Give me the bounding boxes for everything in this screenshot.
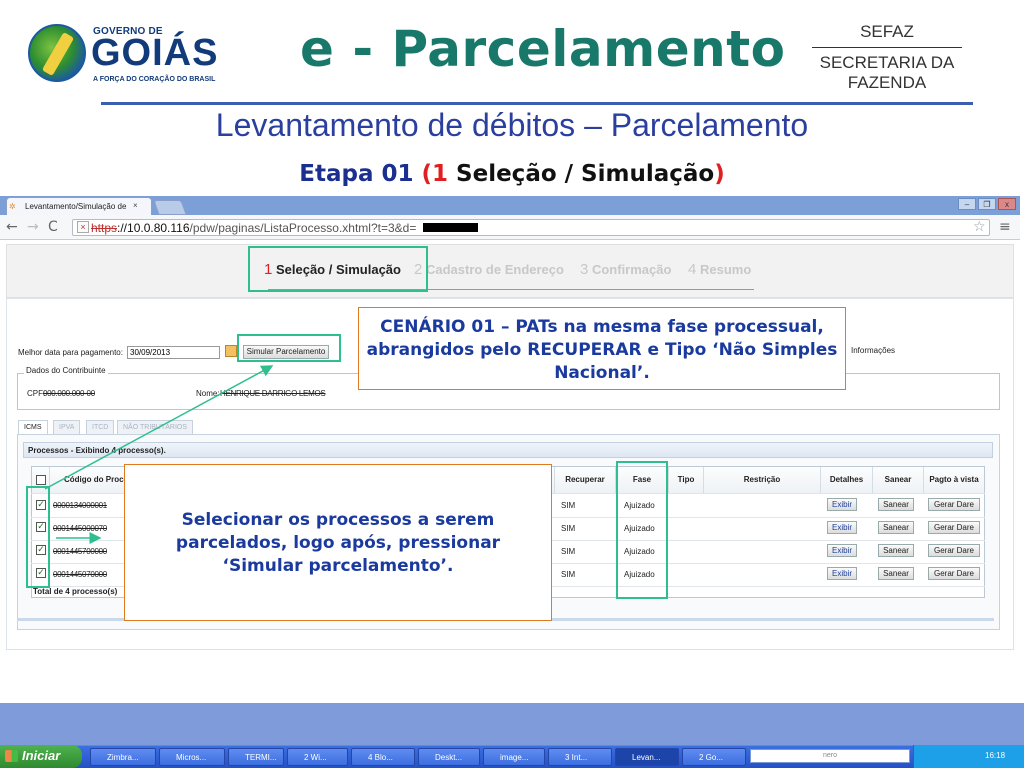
- taskbar-item[interactable]: Micros...: [159, 748, 225, 766]
- instruction-callout: Selecionar os processos a serem parcelad…: [124, 464, 552, 621]
- scenario-callout: CENÁRIO 01 – PATs na mesma fase processu…: [358, 307, 846, 390]
- taskbar-item[interactable]: image...: [483, 748, 545, 766]
- system-tray: [913, 745, 1024, 768]
- taskbar-item[interactable]: Zimbra...: [90, 748, 156, 766]
- taskbar-item[interactable]: 2 Go...: [682, 748, 746, 766]
- windows-flag-icon: [5, 750, 18, 762]
- clock: 16:18: [985, 751, 1006, 760]
- nero-search-box[interactable]: nero: [750, 749, 910, 763]
- taskbar-item[interactable]: 3 Int...: [548, 748, 612, 766]
- taskbar-item[interactable]: 4 Blo...: [351, 748, 415, 766]
- taskbar-item[interactable]: Deskt...: [418, 748, 480, 766]
- slide-footer-band: [0, 703, 1024, 745]
- taskbar-item[interactable]: 2 Wi...: [287, 748, 348, 766]
- taskbar-item[interactable]: TERMI...: [228, 748, 284, 766]
- taskbar-item-active[interactable]: Levan...: [615, 748, 679, 766]
